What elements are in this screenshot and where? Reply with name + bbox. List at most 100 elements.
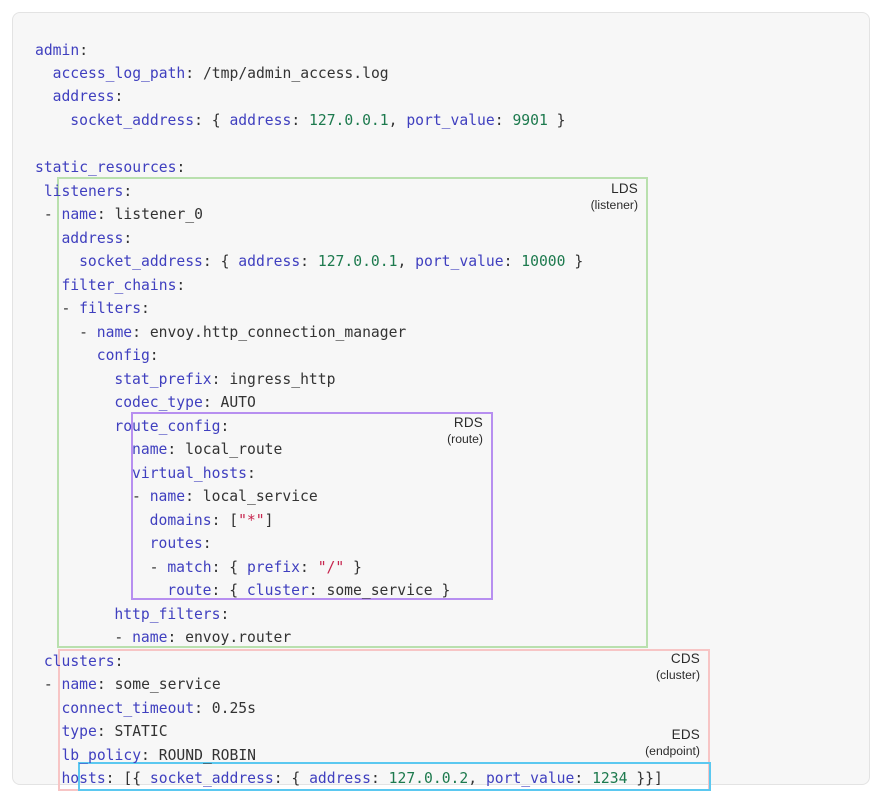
code-token-p: } xyxy=(548,112,566,129)
code-token-p: } xyxy=(433,582,451,599)
code-token-k: port_value xyxy=(415,253,503,270)
code-token-v: some_service xyxy=(115,676,221,693)
code-token-k: codec_type xyxy=(114,394,202,411)
code-line: - name: local_service xyxy=(132,485,318,508)
code-line: address: xyxy=(61,227,132,250)
code-token-v: 0.25s xyxy=(212,700,256,717)
code-token-p: : xyxy=(167,441,185,458)
code-line: type: STATIC xyxy=(61,720,167,743)
code-token-p: - xyxy=(44,676,62,693)
code-token-num: 127.0.0.2 xyxy=(389,770,469,787)
code-token-k: name xyxy=(97,324,132,341)
code-token-p: - xyxy=(150,559,168,576)
code-token-k: listeners xyxy=(44,183,124,200)
code-token-p: : { xyxy=(203,253,238,270)
code-line: clusters: xyxy=(44,650,124,673)
code-line: - name: some_service xyxy=(44,673,221,696)
code-token-k: match xyxy=(167,559,211,576)
code-token-p: , xyxy=(389,112,407,129)
code-token-p: : xyxy=(141,747,159,764)
code-line: filter_chains: xyxy=(61,274,185,297)
code-token-v: envoy.router xyxy=(185,629,291,646)
code-token-v: STATIC xyxy=(115,723,168,740)
code-token-p: , xyxy=(397,253,415,270)
code-token-k: name xyxy=(150,488,185,505)
code-line: routes: xyxy=(150,532,212,555)
code-token-k: admin xyxy=(35,42,79,59)
code-token-k: name xyxy=(62,676,97,693)
code-token-str: "*" xyxy=(238,512,265,529)
code-token-k: address xyxy=(309,770,371,787)
code-token-k: cluster xyxy=(247,582,309,599)
code-token-k: clusters xyxy=(44,653,115,670)
code-token-k: stat_prefix xyxy=(114,371,211,388)
code-token-k: config xyxy=(97,347,150,364)
code-line: static_resources: xyxy=(35,156,185,179)
code-token-k: lb_policy xyxy=(61,747,141,764)
code-token-p: : xyxy=(115,88,124,105)
code-token-p: : { xyxy=(212,559,247,576)
code-token-p: : xyxy=(203,394,221,411)
code-token-k: route_config xyxy=(114,418,220,435)
code-token-num: 1234 xyxy=(592,770,627,787)
code-token-p: : [ xyxy=(212,512,239,529)
code-token-p: : xyxy=(212,371,230,388)
code-line: hosts: [{ socket_address: { address: 127… xyxy=(61,767,662,790)
code-token-p: : xyxy=(194,700,212,717)
code-line: route_config: xyxy=(114,415,229,438)
code-token-k: http_filters xyxy=(114,606,220,623)
code-token-k: port_value xyxy=(406,112,494,129)
code-line: codec_type: AUTO xyxy=(114,391,256,414)
code-token-p: }}] xyxy=(627,770,662,787)
code-token-p: : { xyxy=(212,582,247,599)
code-token-k: address xyxy=(61,230,123,247)
code-line: route: { cluster: some_service } xyxy=(167,579,450,602)
code-token-p: : xyxy=(300,559,318,576)
code-token-v: listener_0 xyxy=(115,206,203,223)
code-line: listeners: xyxy=(44,180,132,203)
code-token-num: 127.0.0.1 xyxy=(318,253,398,270)
code-line: - name: listener_0 xyxy=(44,203,203,226)
code-line: virtual_hosts: xyxy=(132,462,256,485)
code-token-str: "/" xyxy=(318,559,345,576)
code-token-k: name xyxy=(62,206,97,223)
code-token-v: some_service xyxy=(326,582,432,599)
code-token-v: local_route xyxy=(185,441,282,458)
code-token-p: : xyxy=(247,465,256,482)
code-token-k: connect_timeout xyxy=(61,700,194,717)
code-token-num: 9901 xyxy=(512,112,547,129)
code-token-p: , xyxy=(468,770,486,787)
code-line: config: xyxy=(97,344,159,367)
code-token-k: virtual_hosts xyxy=(132,465,247,482)
code-token-p: - xyxy=(61,300,79,317)
code-line: address: xyxy=(53,85,124,108)
code-token-k: name xyxy=(132,629,167,646)
yaml-code-block: admin:access_log_path: /tmp/admin_access… xyxy=(13,13,869,784)
code-token-p: : xyxy=(150,347,159,364)
code-token-p: : xyxy=(97,206,115,223)
code-token-v: local_service xyxy=(203,488,318,505)
code-token-num: 10000 xyxy=(521,253,565,270)
code-token-v: ingress_http xyxy=(229,371,335,388)
code-token-k: address xyxy=(53,88,115,105)
code-token-p: : xyxy=(203,535,212,552)
code-token-p: : xyxy=(123,230,132,247)
code-token-p: : xyxy=(574,770,592,787)
code-token-k: filters xyxy=(79,300,141,317)
code-token-p: : xyxy=(185,65,203,82)
code-token-p: } xyxy=(565,253,583,270)
code-token-p: - xyxy=(44,206,62,223)
code-token-p: : [{ xyxy=(106,770,150,787)
code-token-p: : { xyxy=(194,112,229,129)
code-token-k: prefix xyxy=(247,559,300,576)
code-token-p: : xyxy=(185,488,203,505)
code-token-p: - xyxy=(114,629,132,646)
code-token-p: - xyxy=(132,488,150,505)
code-token-k: access_log_path xyxy=(53,65,186,82)
code-line: - name: envoy.router xyxy=(114,626,291,649)
code-token-p: : xyxy=(221,418,230,435)
code-line: name: local_route xyxy=(132,438,282,461)
code-token-p: : xyxy=(176,277,185,294)
code-line: socket_address: { address: 127.0.0.1, po… xyxy=(79,250,583,273)
code-line: - match: { prefix: "/" } xyxy=(150,556,362,579)
